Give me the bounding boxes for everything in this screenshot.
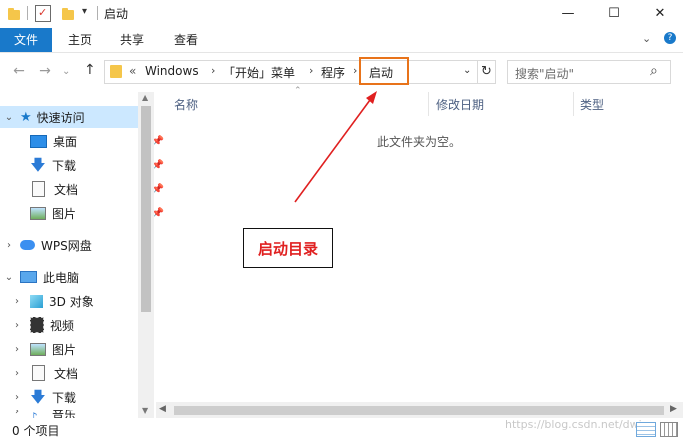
details-view-icon[interactable] [636,422,656,437]
scroll-thumb[interactable] [174,406,664,415]
large-icons-view-icon[interactable] [660,422,678,437]
watermark-text: https://blog.csdn.net/dwjp [505,418,649,431]
scroll-right-icon[interactable]: ▶ [670,404,677,414]
item-count: 0 个项目 [12,424,60,438]
horizontal-scrollbar[interactable]: ◀ ▶ [156,402,683,418]
scroll-left-icon[interactable]: ◀ [159,404,166,414]
status-bar: 0 个项目 https://blog.csdn.net/dwjp [0,418,683,440]
annotation-arrow [294,91,377,203]
annotation-box: 启动目录 [243,228,333,268]
annotation-label: 启动目录 [257,239,318,258]
